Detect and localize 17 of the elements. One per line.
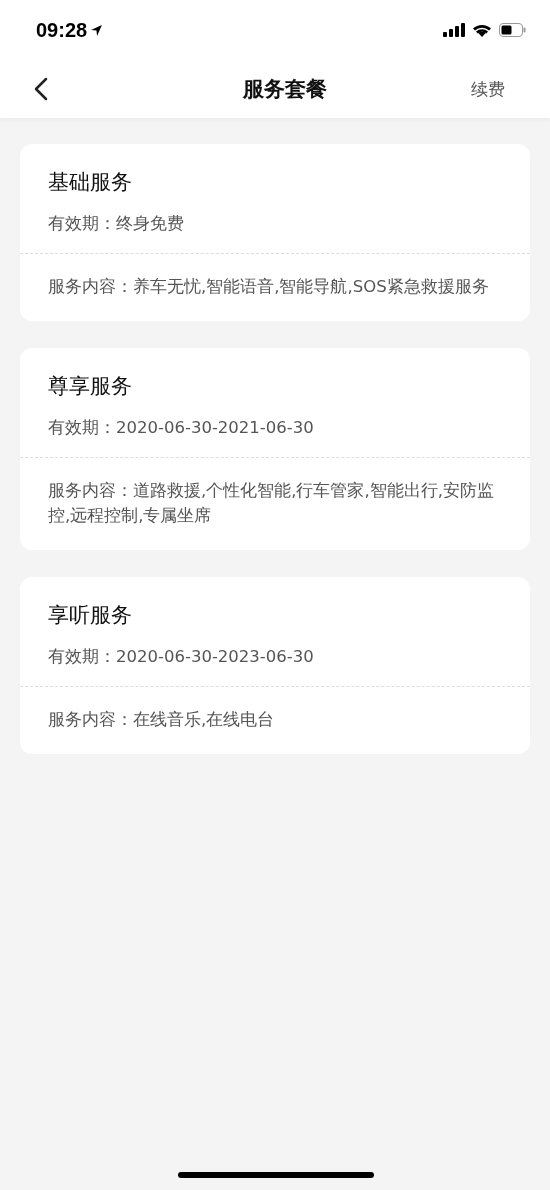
- back-icon[interactable]: [34, 77, 48, 101]
- renew-link[interactable]: 续费: [471, 77, 505, 101]
- location-arrow-icon: [90, 23, 104, 37]
- battery-icon: [499, 23, 526, 37]
- validity-text: 有效期：终身免费: [48, 213, 185, 235]
- service-content-text: 服务内容：在线音乐,在线电台: [48, 709, 276, 731]
- signal-icon: [443, 23, 465, 37]
- validity-text: 有效期：2020-06-30-2021-06-30: [48, 417, 315, 439]
- service-content-text: 服务内容：养车无忧,智能语音,智能导航,SOS紧急救援服务: [48, 276, 490, 298]
- page-title: 服务套餐: [242, 76, 327, 103]
- status-time: 09:28: [36, 18, 88, 42]
- wifi-icon: [472, 23, 492, 37]
- service-name: 基础服务: [48, 169, 133, 196]
- validity-text: 有效期：2020-06-30-2023-06-30: [48, 646, 315, 668]
- service-name: 尊享服务: [48, 373, 133, 400]
- service-content-text: 服务内容：道路救援,个性化智能,行车管家,智能出行,安防监控,远程控制,专属坐席: [48, 480, 495, 527]
- service-name: 享听服务: [48, 602, 133, 629]
